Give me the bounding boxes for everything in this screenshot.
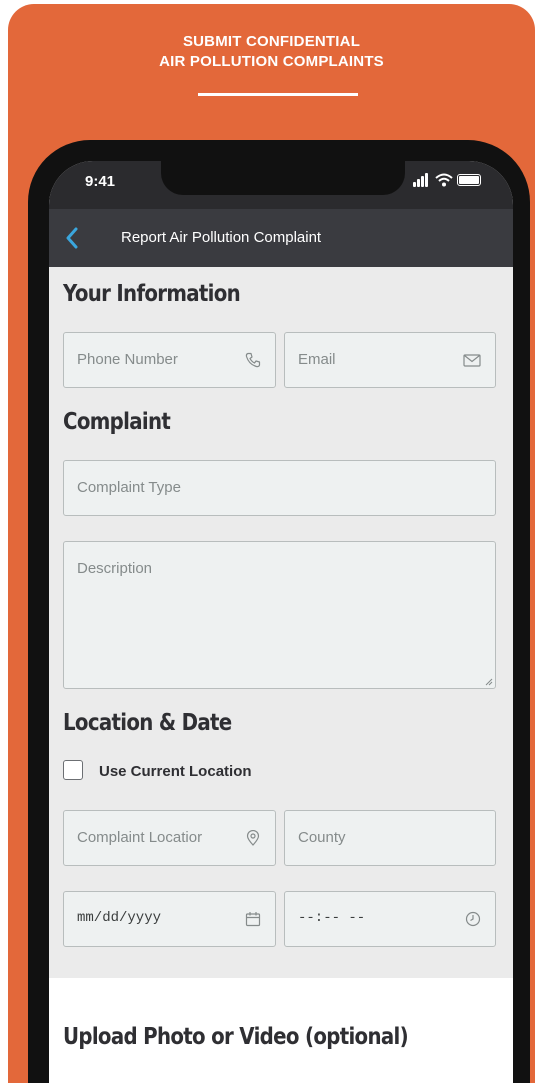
email-field[interactable]: Email	[284, 332, 496, 388]
email-placeholder: Email	[298, 351, 336, 368]
upload-panel: Upload Photo or Video (optional)	[49, 978, 513, 1083]
promo-title-line2: AIR POLLUTION COMPLAINTS	[159, 53, 384, 70]
section-title-location-date: Location & Date	[63, 710, 232, 736]
county-field[interactable]: County	[284, 810, 496, 866]
section-title-complaint: Complaint	[63, 409, 171, 435]
nav-title: Report Air Pollution Complaint	[121, 229, 322, 246]
county-placeholder: County	[298, 829, 346, 846]
use-current-location-label[interactable]: Use Current Location	[99, 763, 252, 780]
complaint-location-field[interactable]: Complaint Locatior	[63, 810, 276, 866]
complaint-type-placeholder: Complaint Type	[77, 479, 181, 496]
phone-icon	[245, 352, 261, 368]
complaint-location-placeholder: Complaint Locatior	[77, 829, 203, 846]
phone-number-placeholder: Phone Number	[77, 351, 178, 368]
phone-number-field[interactable]: Phone Number	[63, 332, 276, 388]
complaint-form: Your Information Phone Number Email Comp…	[49, 267, 513, 1083]
date-field[interactable]: mm/dd/yyyy	[63, 891, 276, 947]
calendar-icon[interactable]	[245, 911, 261, 927]
complaint-type-field[interactable]: Complaint Type	[63, 460, 496, 516]
back-arrow-icon[interactable]	[65, 227, 79, 249]
use-current-location-checkbox[interactable]	[63, 760, 83, 780]
app-screen: 9:41 Report Air Pollution Complaint Your…	[49, 161, 513, 1083]
section-title-upload: Upload Photo or Video (optional)	[63, 1024, 409, 1050]
phone-notch	[161, 161, 405, 195]
description-textarea[interactable]: Description	[63, 541, 496, 689]
status-time: 9:41	[85, 173, 116, 190]
resize-handle-icon[interactable]	[485, 678, 493, 686]
description-placeholder: Description	[77, 560, 153, 577]
time-field[interactable]: --:-- --	[284, 891, 496, 947]
promo-title-line1: SUBMIT CONFIDENTIAL	[182, 33, 361, 50]
promo-title: SUBMIT CONFIDENTIAL AIR POLLUTION COMPLA…	[0, 32, 543, 72]
date-placeholder: mm/dd/yyyy	[77, 910, 162, 926]
wifi-icon	[435, 173, 453, 187]
section-title-your-information: Your Information	[63, 281, 241, 307]
time-placeholder: --:-- --	[298, 910, 366, 926]
clock-icon[interactable]	[465, 911, 481, 927]
mail-icon	[463, 354, 481, 367]
status-bar: 9:41	[49, 161, 513, 209]
location-pin-icon	[246, 830, 260, 846]
promo-divider	[198, 93, 358, 96]
battery-icon	[457, 174, 481, 186]
signal-icon	[413, 173, 431, 187]
nav-bar: Report Air Pollution Complaint	[49, 209, 513, 267]
